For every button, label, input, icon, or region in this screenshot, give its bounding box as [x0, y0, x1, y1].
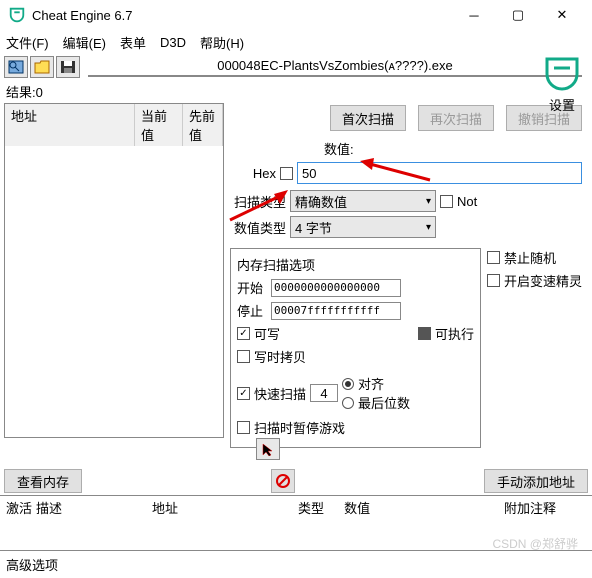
col-active[interactable]: 激活	[6, 498, 32, 517]
lastdigit-radio[interactable]	[342, 397, 354, 409]
stop-icon[interactable]	[271, 469, 295, 493]
valtype-combo[interactable]: 4 字节▾	[290, 216, 436, 238]
menu-help[interactable]: 帮助(H)	[200, 33, 244, 52]
advanced-label: 高级选项	[6, 555, 58, 574]
bottom-toolbar: 查看内存 手动添加地址	[0, 466, 592, 495]
menu-d3d[interactable]: D3D	[160, 35, 186, 50]
start-label: 开始	[237, 278, 267, 297]
valtype-label: 数值类型	[230, 218, 286, 237]
speedhack-checkbox[interactable]	[487, 274, 500, 287]
titlebar: Cheat Engine 6.7 ─ ▢ ✕	[0, 0, 592, 30]
value-label: 数值:	[324, 139, 354, 158]
results-header: 地址 当前值 先前值	[5, 104, 223, 146]
col-current[interactable]: 当前值	[135, 104, 183, 146]
col-type[interactable]: 类型	[298, 498, 324, 517]
view-memory-button[interactable]: 查看内存	[4, 469, 82, 493]
watermark: CSDN @郑舒骅	[492, 535, 578, 552]
process-label: 000048EC-PlantsVsZombies(ᴀ????).exe	[88, 58, 582, 77]
not-checkbox[interactable]	[440, 195, 453, 208]
menubar: 文件(F) 编辑(E) 表单 D3D 帮助(H)	[0, 30, 592, 54]
writable-checkbox[interactable]	[237, 327, 250, 340]
col-previous[interactable]: 先前值	[183, 104, 223, 146]
save-button[interactable]	[56, 56, 80, 78]
settings-logo[interactable]: 设置	[542, 56, 582, 114]
no-random-checkbox[interactable]	[487, 251, 500, 264]
col-notes[interactable]: 附加注释	[504, 498, 556, 517]
window-title: Cheat Engine 6.7	[32, 8, 452, 23]
col-desc[interactable]: 描述	[36, 498, 62, 517]
settings-label: 设置	[542, 95, 582, 114]
menu-table[interactable]: 表单	[120, 33, 146, 52]
address-list-header: 激活 描述 地址 类型 数值 附加注释	[0, 496, 592, 519]
add-manual-button[interactable]: 手动添加地址	[484, 469, 588, 493]
stop-input[interactable]	[271, 302, 401, 320]
memopts-title: 内存扫描选项	[237, 255, 474, 274]
rescan-button[interactable]: 再次扫描	[418, 105, 494, 131]
stop-label: 停止	[237, 301, 267, 320]
open-file-button[interactable]	[30, 56, 54, 78]
toolbar: 000048EC-PlantsVsZombies(ᴀ????).exe	[0, 54, 592, 80]
aligned-radio[interactable]	[342, 378, 354, 390]
col-value[interactable]: 数值	[344, 498, 370, 517]
hex-checkbox[interactable]	[280, 167, 293, 180]
app-icon	[8, 6, 26, 24]
close-button[interactable]: ✕	[540, 1, 584, 29]
advanced-options-bar[interactable]: 高级选项	[0, 550, 592, 578]
cow-checkbox[interactable]	[237, 350, 250, 363]
scantype-label: 扫描类型	[230, 192, 286, 211]
start-input[interactable]	[271, 279, 401, 297]
first-scan-button[interactable]: 首次扫描	[330, 105, 406, 131]
minimize-button[interactable]: ─	[452, 1, 496, 29]
open-process-button[interactable]	[4, 56, 28, 78]
maximize-button[interactable]: ▢	[496, 1, 540, 29]
scan-panel: 首次扫描 再次扫描 撤销扫描 数值: Hex 扫描类型 精确数值▾ Not 数值…	[224, 103, 588, 448]
results-panel: 地址 当前值 先前值	[4, 103, 224, 438]
fastscan-checkbox[interactable]	[237, 387, 250, 400]
memory-options: 内存扫描选项 开始 停止 可写 可执行 写时拷贝 快速扫描 对齐 最	[230, 248, 481, 448]
col-addr[interactable]: 地址	[152, 498, 178, 517]
col-address[interactable]: 地址	[5, 104, 135, 146]
scantype-combo[interactable]: 精确数值▾	[290, 190, 436, 212]
fastscan-value[interactable]	[310, 384, 338, 402]
value-input[interactable]	[297, 162, 582, 184]
not-label: Not	[457, 194, 477, 209]
hex-label: Hex	[230, 166, 276, 181]
menu-edit[interactable]: 编辑(E)	[63, 33, 106, 52]
executable-checkbox[interactable]	[418, 327, 431, 340]
pause-checkbox[interactable]	[237, 421, 250, 434]
menu-file[interactable]: 文件(F)	[6, 33, 49, 52]
pointer-tool-button[interactable]	[256, 438, 280, 460]
results-count: 结果:0	[0, 80, 592, 103]
